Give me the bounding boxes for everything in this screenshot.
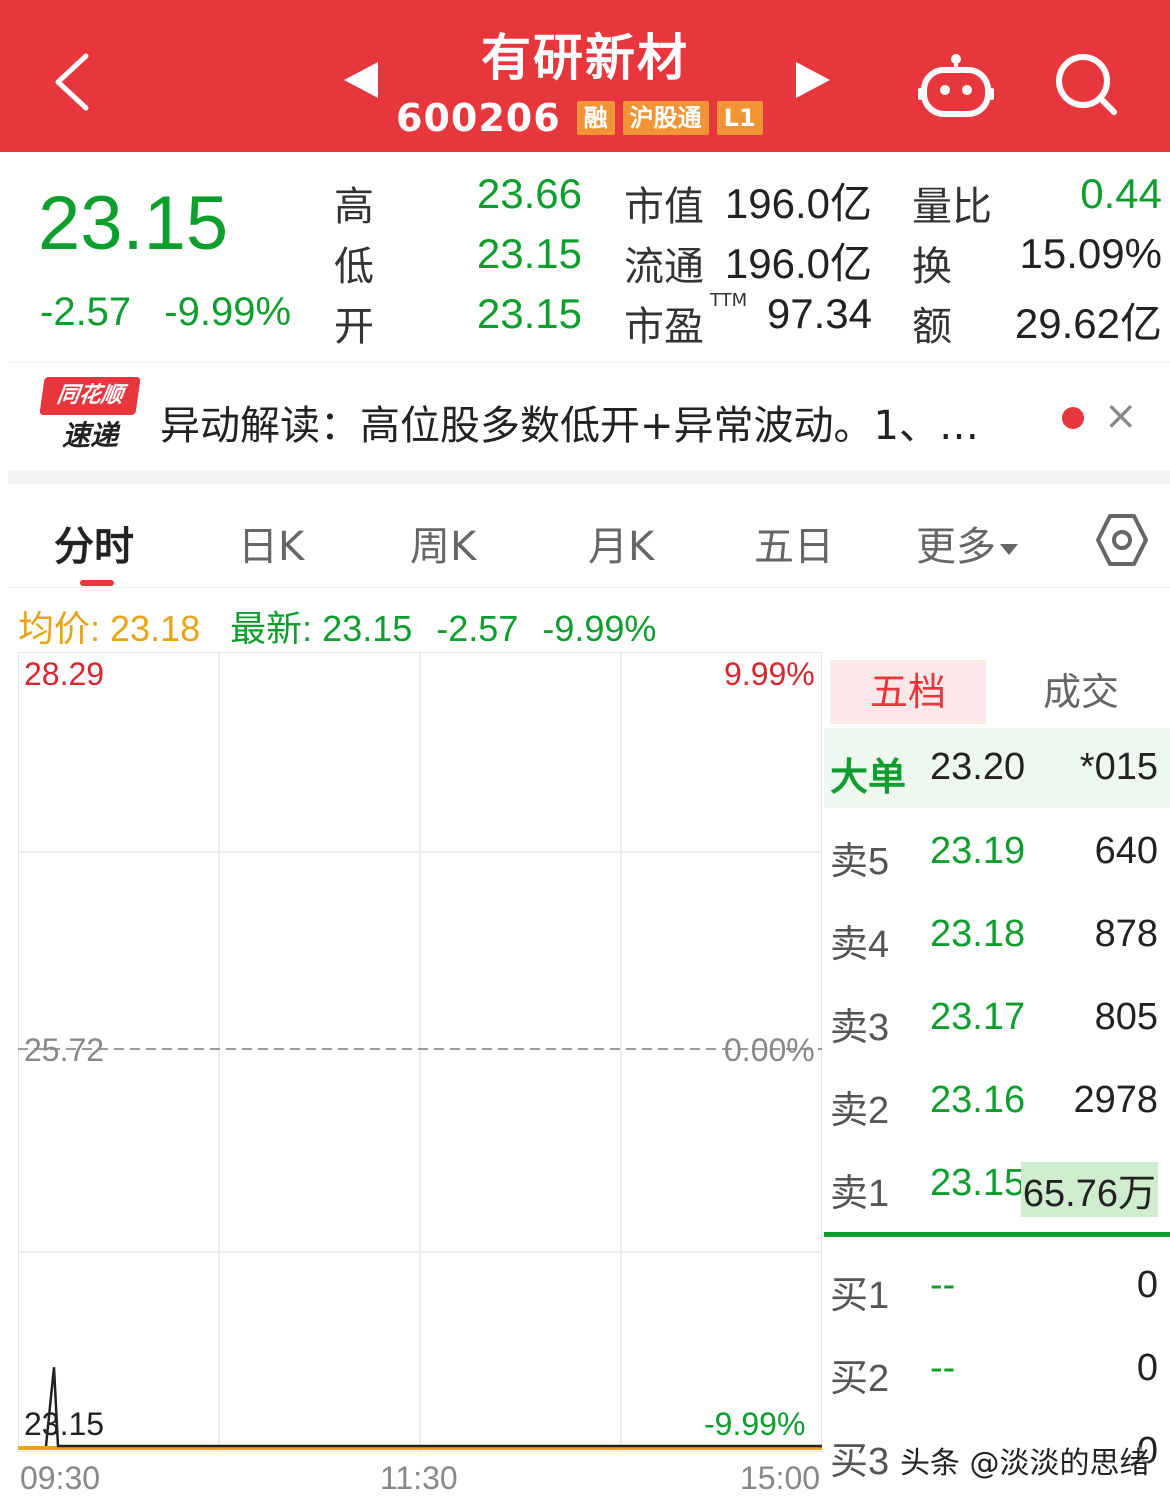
volume-ratio-label: 量比 — [912, 184, 992, 230]
section-divider — [8, 470, 1170, 484]
high-label: 高 — [334, 184, 374, 230]
order-book-panel: 五档 成交 大单 23.20 *015 卖5 23.19 640 卖4 23.1… — [824, 652, 1170, 1499]
tab-five-levels[interactable]: 五档 — [830, 660, 986, 724]
change-percent: -9.99% — [164, 290, 292, 334]
hk-connect-tag: 沪股通 — [622, 101, 709, 135]
margin-tag: 融 — [576, 101, 615, 135]
y-axis-zero-pct-label: 0.00% — [724, 1032, 815, 1068]
top-bar: 有研新材 600206 融 沪股通 L1 — [0, 0, 1170, 152]
x-axis-mid-time: 11:30 — [380, 1460, 458, 1496]
tab-trades[interactable]: 成交 — [996, 660, 1166, 724]
market-cap-label: 市值 — [624, 184, 704, 230]
tab-intraday[interactable]: 分时 — [54, 514, 134, 572]
high-value: 23.66 — [476, 170, 582, 217]
latest-value: 23.15 — [322, 608, 413, 649]
next-stock-icon[interactable] — [796, 62, 830, 98]
pe-ttm-superscript: TTM — [710, 290, 748, 311]
ask-row-2: 卖2 23.16 2978 — [830, 1079, 1158, 1132]
search-icon[interactable] — [1054, 52, 1118, 116]
bid-row-2: 买2 -- 0 — [830, 1347, 1158, 1400]
latest-label: 最新: — [230, 608, 313, 649]
y-axis-min-label: 23.15 — [24, 1406, 105, 1442]
float-cap-label: 流通 — [624, 244, 704, 290]
intraday-chart[interactable] — [18, 652, 822, 1452]
change-amount: -2.57 — [40, 290, 132, 334]
chart-period-tabs: 分时 日K 周K 月K 五日 更多 — [8, 484, 1170, 588]
amount-label: 额 — [912, 304, 952, 350]
market-cap-value: 196.0亿 — [724, 180, 872, 227]
big-order-row: 大单 23.20 *015 — [824, 728, 1170, 808]
bid-row-1: 买1 -- 0 — [830, 1264, 1158, 1317]
tab-daily-k[interactable]: 日K — [238, 514, 304, 572]
ask-row-1: 卖1 23.15 65.76万 — [830, 1162, 1158, 1217]
tab-weekly-k[interactable]: 周K — [410, 514, 476, 572]
current-price: 23.15 — [38, 181, 229, 266]
y-axis-prevclose-label: 25.72 — [24, 1032, 105, 1068]
pe-value: 97.34 — [766, 290, 872, 337]
stock-code: 600206 — [396, 96, 561, 140]
avg-price-label: 均价: — [18, 608, 101, 649]
x-axis-close-time: 15:00 — [740, 1460, 821, 1496]
unread-dot-icon — [1062, 407, 1084, 429]
y-axis-min-pct-label: -9.99% — [704, 1406, 806, 1442]
latest-change: -2.57 — [436, 608, 519, 649]
tab-monthly-k[interactable]: 月K — [588, 514, 654, 572]
float-cap-value: 196.0亿 — [724, 240, 872, 287]
ask-bid-divider — [824, 1232, 1170, 1237]
stock-name: 有研新材 — [481, 29, 689, 87]
y-axis-max-pct-label: 9.99% — [724, 656, 815, 692]
quote-panel: 23.15 -2.57 -9.99% 高 23.66 低 23.15 开 23.… — [8, 152, 1170, 360]
stock-code-row: 600206 融 沪股通 L1 — [396, 96, 771, 140]
chart-grid — [18, 652, 822, 1452]
average-price-line: 均价: 23.18 最新: 23.15 -2.57 -9.99% — [18, 600, 656, 652]
tab-more-label: 更多 — [916, 524, 996, 570]
active-tab-indicator — [80, 580, 114, 586]
ask-row-5: 卖5 23.19 640 — [830, 830, 1158, 883]
y-axis-max-label: 28.29 — [24, 656, 105, 692]
news-banner[interactable]: 同花顺 速递 异动解读：高位股多数低开+异常波动。1、… × — [8, 362, 1170, 470]
turnover-label: 换 — [912, 244, 952, 290]
robot-assistant-icon[interactable] — [918, 52, 994, 118]
volume-ratio-value: 0.44 — [1080, 170, 1162, 217]
price-change: -2.57 -9.99% — [40, 290, 313, 335]
watermark: 头条 @淡淡的思绪 — [900, 1446, 1150, 1481]
ths-express-logo: 同花顺 速递 — [39, 377, 141, 457]
low-value: 23.15 — [476, 230, 582, 277]
tab-five-day[interactable]: 五日 — [754, 514, 834, 572]
turnover-value: 15.09% — [1019, 230, 1162, 277]
level1-tag: L1 — [716, 101, 763, 135]
x-axis-open-time: 09:30 — [20, 1460, 101, 1496]
latest-change-percent: -9.99% — [542, 608, 657, 649]
news-headline[interactable]: 异动解读：高位股多数低开+异常波动。1、… — [160, 393, 979, 451]
close-icon[interactable]: × — [1104, 393, 1138, 439]
low-label: 低 — [334, 244, 374, 290]
tab-more[interactable]: 更多 — [916, 514, 1018, 572]
chevron-down-icon — [1000, 543, 1018, 555]
avg-price-value: 23.18 — [110, 608, 201, 649]
ask-row-3: 卖3 23.17 805 — [830, 996, 1158, 1049]
open-label: 开 — [334, 304, 374, 350]
pe-label: 市盈 — [624, 304, 704, 350]
open-value: 23.15 — [476, 290, 582, 337]
ask-row-4: 卖4 23.18 878 — [830, 913, 1158, 966]
settings-hexagon-icon[interactable] — [1094, 512, 1150, 568]
amount-value: 29.62亿 — [1014, 300, 1162, 347]
